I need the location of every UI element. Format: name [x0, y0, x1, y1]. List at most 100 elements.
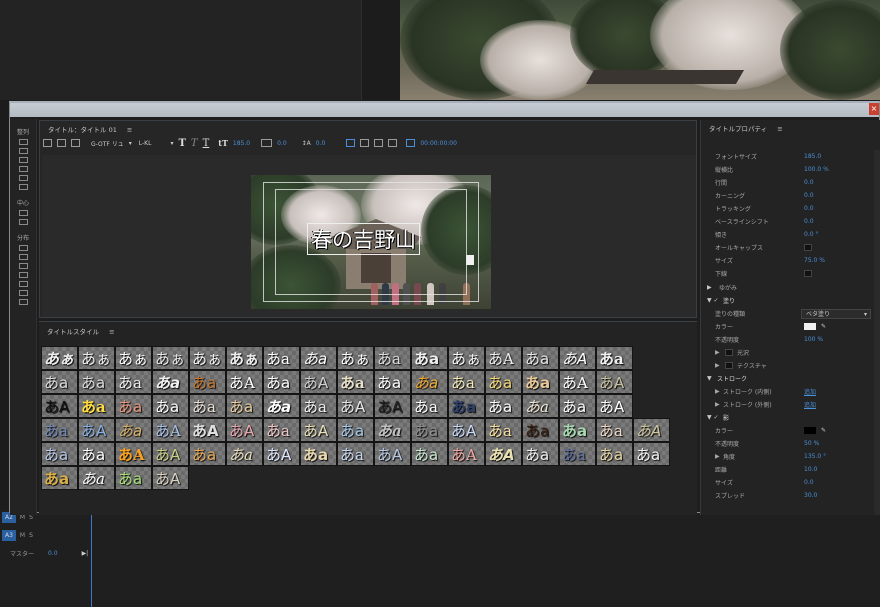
style-swatch[interactable]: あa: [559, 418, 596, 442]
property-value[interactable]: 75.0 %: [804, 257, 825, 264]
property-value[interactable]: 185.0: [804, 153, 821, 160]
style-swatch[interactable]: あa: [78, 466, 115, 490]
fill-opacity-value[interactable]: 100 %: [804, 336, 823, 343]
style-swatch[interactable]: あa: [300, 346, 337, 370]
title-canvas[interactable]: 春の吉野山: [42, 155, 696, 317]
jump-icon[interactable]: ▶|: [82, 550, 89, 557]
style-swatch[interactable]: あA: [189, 418, 226, 442]
texture-row[interactable]: ▶ テクスチャ: [701, 359, 873, 372]
props-scrollbar[interactable]: [874, 150, 880, 515]
style-swatch[interactable]: あa: [263, 370, 300, 394]
style-swatch[interactable]: あa: [41, 418, 78, 442]
align-left-text-icon[interactable]: [346, 139, 356, 147]
style-swatch[interactable]: あa: [559, 442, 596, 466]
style-swatch[interactable]: あa: [115, 370, 152, 394]
fill-color-swatch[interactable]: [804, 323, 816, 330]
fill-type-select[interactable]: ベタ塗り ▾: [801, 308, 871, 319]
property-value[interactable]: 0.0: [804, 179, 814, 186]
kerning-value[interactable]: 0.0: [277, 140, 287, 147]
style-swatch[interactable]: あA: [448, 442, 485, 466]
new-title-icon[interactable]: [43, 139, 52, 147]
style-swatch[interactable]: あA: [633, 418, 670, 442]
style-swatch[interactable]: あa: [596, 346, 633, 370]
style-swatch[interactable]: あA: [559, 346, 596, 370]
shadow-color-swatch[interactable]: [804, 427, 816, 434]
distribute-bottom-icon[interactable]: [18, 299, 28, 305]
style-swatch[interactable]: あA: [337, 394, 374, 418]
style-swatch[interactable]: あa: [411, 418, 448, 442]
align-top-icon[interactable]: [18, 166, 28, 172]
align-left-icon[interactable]: [18, 139, 28, 145]
bold-icon[interactable]: T: [178, 138, 185, 149]
align-center-icon[interactable]: [18, 148, 28, 154]
expanded-icon[interactable]: ▼ ✓: [707, 414, 719, 421]
property-value[interactable]: 100.0 %: [804, 166, 829, 173]
style-swatch[interactable]: あa: [374, 418, 411, 442]
close-icon[interactable]: ×: [869, 103, 879, 115]
timecode-value[interactable]: 00:00:00:00: [420, 140, 457, 147]
style-swatch[interactable]: あA: [374, 394, 411, 418]
leading-value[interactable]: 0.0: [316, 140, 326, 147]
style-swatch[interactable]: あa: [448, 370, 485, 394]
style-swatch[interactable]: あぁ: [78, 346, 115, 370]
disclosure-icon[interactable]: ▶: [715, 349, 720, 356]
font-size-value[interactable]: 185.0: [233, 140, 250, 147]
outer-stroke-row[interactable]: ▶ ストローク (外側) 追加: [701, 398, 873, 411]
inner-stroke-row[interactable]: ▶ ストローク (内側) 追加: [701, 385, 873, 398]
property-value[interactable]: 0.0: [804, 192, 814, 199]
style-swatch[interactable]: あa: [485, 394, 522, 418]
property-value[interactable]: 0.0 °: [804, 231, 818, 238]
style-swatch[interactable]: あa: [41, 442, 78, 466]
style-swatch[interactable]: あA: [152, 418, 189, 442]
style-swatch[interactable]: あa: [411, 442, 448, 466]
property-checkbox[interactable]: [804, 244, 812, 251]
style-swatch[interactable]: あa: [226, 442, 263, 466]
style-swatch[interactable]: あぁ: [448, 346, 485, 370]
style-swatch[interactable]: あA: [485, 442, 522, 466]
distribute-top-icon[interactable]: [18, 281, 28, 287]
style-swatch[interactable]: あA: [374, 442, 411, 466]
style-swatch[interactable]: あa: [300, 394, 337, 418]
distribute-middle-icon[interactable]: [18, 290, 28, 296]
style-swatch[interactable]: あa: [522, 346, 559, 370]
style-swatch[interactable]: あA: [152, 442, 189, 466]
shadow-section[interactable]: ▼ ✓ 影: [701, 411, 873, 424]
style-swatch[interactable]: あA: [596, 394, 633, 418]
style-swatch[interactable]: あa: [596, 442, 633, 466]
font-family-chevron-icon[interactable]: ▾: [129, 140, 132, 147]
style-swatch[interactable]: あa: [485, 370, 522, 394]
center-vertical-icon[interactable]: [18, 219, 28, 225]
align-right-icon[interactable]: [18, 157, 28, 163]
style-swatch[interactable]: あa: [41, 370, 78, 394]
style-swatch[interactable]: あa: [115, 418, 152, 442]
disclosure-icon[interactable]: ▶: [715, 401, 720, 408]
font-family-select[interactable]: G-OTF リュ: [91, 139, 124, 148]
style-swatch[interactable]: あA: [485, 346, 522, 370]
align-right-text-icon[interactable]: [374, 139, 384, 147]
style-swatch[interactable]: あa: [115, 466, 152, 490]
style-swatch[interactable]: あa: [522, 442, 559, 466]
mute-button[interactable]: M: [20, 532, 25, 539]
property-checkbox[interactable]: [804, 270, 812, 277]
font-style-select[interactable]: L-KL: [139, 140, 152, 147]
style-swatch[interactable]: あa: [522, 418, 559, 442]
style-swatch[interactable]: あa: [41, 466, 78, 490]
style-swatch[interactable]: あa: [78, 394, 115, 418]
distance-value[interactable]: 10.0: [804, 466, 817, 473]
align-bottom-icon[interactable]: [18, 184, 28, 190]
style-swatch[interactable]: あa: [300, 442, 337, 466]
align-middle-icon[interactable]: [18, 175, 28, 181]
style-swatch[interactable]: あぁ: [226, 346, 263, 370]
panel-menu-icon[interactable]: ≡: [127, 126, 132, 134]
stroke-section[interactable]: ▼ ストローク: [701, 372, 873, 385]
title-text-object[interactable]: 春の吉野山: [307, 223, 420, 255]
disclosure-icon[interactable]: ▶: [715, 453, 720, 460]
disclosure-icon[interactable]: ▶: [707, 284, 712, 291]
style-swatch[interactable]: あa: [448, 394, 485, 418]
style-swatch[interactable]: あa: [522, 370, 559, 394]
props-menu-icon[interactable]: ≡: [777, 125, 782, 133]
style-swatch[interactable]: あA: [300, 370, 337, 394]
style-swatch[interactable]: あa: [226, 394, 263, 418]
roll-crawl-icon[interactable]: [57, 139, 66, 147]
distort-section[interactable]: ▶ ゆがみ: [701, 281, 873, 294]
